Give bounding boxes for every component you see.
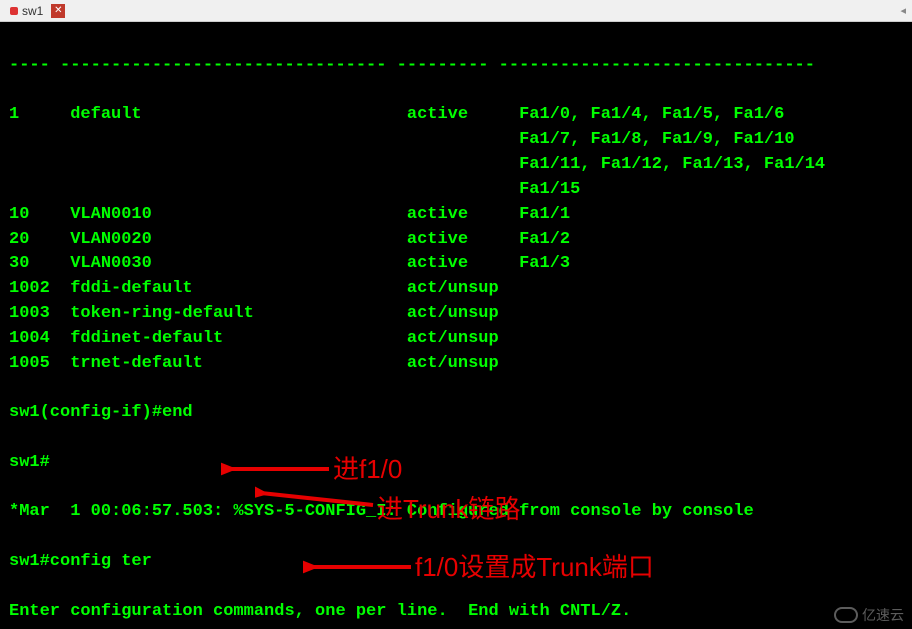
tab-bar: sw1 ✕ ◂ [0, 0, 912, 22]
table-row: 10 VLAN0010 active Fa1/1 [9, 203, 903, 228]
line-enter-cfg: Enter configuration commands, one per li… [9, 600, 903, 625]
table-row: 30 VLAN0030 active Fa1/3 [9, 252, 903, 277]
table-row: Fa1/7, Fa1/8, Fa1/9, Fa1/10 [9, 128, 903, 153]
table-row: 1 default active Fa1/0, Fa1/4, Fa1/5, Fa… [9, 103, 903, 128]
table-row: 1002 fddi-default act/unsup [9, 277, 903, 302]
table-row: 20 VLAN0020 active Fa1/2 [9, 228, 903, 253]
line-prompt: sw1# [9, 451, 903, 476]
cloud-icon [834, 607, 858, 623]
tab-bar-menu-icon[interactable]: ◂ [900, 4, 912, 17]
table-row: Fa1/15 [9, 178, 903, 203]
dash-line: ---- -------------------------------- --… [9, 54, 903, 79]
table-row: 1005 trnet-default act/unsup [9, 352, 903, 377]
line-config-ter: sw1#config ter [9, 550, 903, 575]
vlan-table: 1 default active Fa1/0, Fa1/4, Fa1/5, Fa… [9, 103, 903, 376]
tab-status-dot [10, 7, 18, 15]
table-row: Fa1/11, Fa1/12, Fa1/13, Fa1/14 [9, 153, 903, 178]
watermark: 亿速云 [834, 605, 904, 625]
close-icon[interactable]: ✕ [51, 4, 65, 18]
tab-sw1[interactable]: sw1 ✕ [4, 2, 71, 20]
watermark-text: 亿速云 [862, 605, 904, 625]
table-row: 1004 fddinet-default act/unsup [9, 327, 903, 352]
terminal-output[interactable]: ---- -------------------------------- --… [0, 22, 912, 629]
tab-title: sw1 [22, 4, 43, 18]
line-syslog: *Mar 1 00:06:57.503: %SYS-5-CONFIG_I: Co… [9, 500, 903, 525]
table-row: 1003 token-ring-default act/unsup [9, 302, 903, 327]
line-end: sw1(config-if)#end [9, 401, 903, 426]
